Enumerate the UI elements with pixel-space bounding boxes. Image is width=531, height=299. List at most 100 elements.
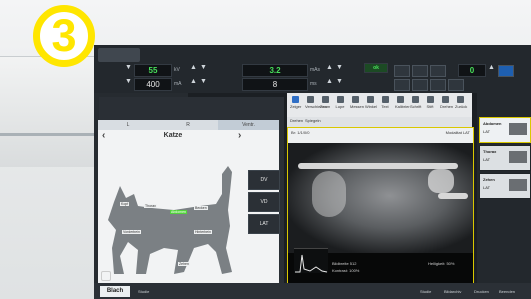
focus-small-button[interactable] (394, 65, 410, 77)
tab-ventral[interactable]: Ventr. (218, 120, 279, 130)
label-pelvis[interactable]: Becken (194, 206, 208, 210)
rotate-icon (441, 96, 449, 103)
pan-tool[interactable]: Verschieben (305, 96, 327, 109)
xray-image (288, 143, 473, 253)
kv-step-down-icon[interactable]: ▼ (200, 64, 207, 71)
pen-tool[interactable]: Stift (425, 96, 435, 109)
histogram[interactable] (294, 248, 328, 273)
calibrate-tool[interactable]: Kalibrier. (395, 96, 411, 109)
kv-up-icon[interactable]: ▲ (190, 64, 197, 71)
pointer-icon (291, 96, 299, 103)
label-thorax[interactable]: Thorax (144, 204, 157, 208)
mas-unit: mAs (310, 67, 320, 73)
grid-button[interactable] (430, 65, 446, 77)
pen-label: Stift (426, 104, 434, 109)
species-selector: ‹ Katze › Kopf Thorax Abdomen Becken Zeh… (98, 130, 280, 292)
ms-up-icon[interactable]: ▲ (326, 78, 333, 85)
status-link-study[interactable]: Studie (420, 289, 431, 294)
focus-large-button[interactable] (412, 65, 428, 77)
viewer-header-right: Modalitat LAT (445, 130, 470, 135)
position-lat-button[interactable]: LAT (248, 214, 280, 234)
histogram-curve (295, 254, 328, 273)
label-hindlimb[interactable]: Hinterbein (194, 230, 212, 234)
thumbnail-title: Zehen (483, 177, 495, 182)
next-species-icon[interactable]: › (238, 130, 241, 141)
rotate-image-label: Drehen (290, 118, 304, 123)
thumbnail-abdomen[interactable]: Abdomen LAT (479, 117, 531, 143)
light-button[interactable] (430, 79, 446, 91)
distance-value[interactable]: 0 (458, 64, 486, 77)
ma-up-icon[interactable]: ▲ (190, 78, 197, 85)
measure-tool[interactable]: Messen (350, 96, 364, 109)
mode-button[interactable] (498, 65, 514, 77)
step-number-badge: 3 (33, 5, 95, 67)
exposure-control-bar: ▼ 55 kV ▲ ▼ ▼ 400 mA ▲ ▼ 3.2 mAs ▲ ▼ 8 m… (94, 45, 531, 93)
pelvis (428, 169, 454, 193)
kv-unit: kV (174, 67, 180, 73)
thumbnail-view: LAT (483, 157, 491, 162)
distance-up-icon[interactable]: ▲ (488, 64, 495, 71)
mirror-image-button[interactable]: Spiegeln (305, 118, 321, 123)
status-link-archive[interactable]: Bildarchiv (444, 289, 461, 294)
magnifier-label: Lupe (335, 104, 345, 109)
position-vd-button[interactable]: VD (248, 192, 280, 212)
thumbnail-image (509, 151, 527, 163)
ms-down-icon[interactable]: ▼ (336, 78, 343, 85)
species-title: Katze (163, 132, 183, 139)
study-label: Studie (138, 289, 150, 294)
undo-tool[interactable]: Zurück (455, 96, 467, 109)
image-toolbar: Zeiger Verschieben Zoom Lupe Messen Wink… (287, 93, 472, 117)
thumbnail-thorax[interactable]: Thorax LAT (479, 145, 531, 171)
thumbnail-zehen[interactable]: Zehen LAT (479, 173, 531, 199)
stats-mid: Kontrast: 100% (332, 268, 360, 273)
label-toes[interactable]: Zehen (178, 262, 190, 266)
ma-step-down-icon[interactable]: ▼ (200, 78, 207, 85)
mas-value[interactable]: 3.2 (242, 64, 308, 77)
ruler-icon (351, 96, 359, 103)
viewer-header: Br: 1/1/0/0 Modalitat LAT (288, 128, 473, 143)
ribcage (312, 171, 346, 217)
label-abdomen[interactable]: Abdomen (170, 210, 187, 214)
text-icon (381, 96, 389, 103)
text-tool[interactable]: Text (380, 96, 390, 109)
pointer-tool[interactable]: Zeiger (290, 96, 301, 109)
stats-left: Bildbreite 512 (332, 261, 357, 266)
status-link-print[interactable]: Drucken (474, 289, 489, 294)
label-head[interactable]: Kopf (120, 202, 130, 206)
angle-tool[interactable]: Winkel (365, 96, 377, 109)
app-logo (98, 48, 140, 62)
view-tabs: L R Ventr. (98, 120, 279, 130)
mas-up-icon[interactable]: ▲ (326, 64, 333, 71)
angle-icon (366, 96, 374, 103)
filter-button[interactable] (412, 79, 428, 91)
status-link-exit[interactable]: Beenden (499, 289, 515, 294)
collimator-button[interactable] (394, 79, 410, 91)
font-tool[interactable]: Schrift (410, 96, 421, 109)
tab-right[interactable]: R (158, 120, 218, 130)
ms-value[interactable]: 8 (242, 78, 308, 91)
kv-down-icon[interactable]: ▼ (125, 64, 132, 71)
undo-icon (456, 96, 464, 103)
xray-viewer[interactable]: Br: 1/1/0/0 Modalitat LAT Bildbreite 512… (287, 127, 474, 294)
label-forelimb[interactable]: Vorderbein (122, 230, 141, 234)
reset-button[interactable] (448, 79, 464, 91)
xray-unit-housing (0, 56, 104, 167)
user-badge[interactable]: Blach (100, 286, 130, 297)
text-label: Text (381, 104, 389, 109)
lock-icon[interactable] (101, 271, 111, 281)
rotate-image-button[interactable]: Drehen (290, 118, 304, 123)
magnifier-icon (336, 96, 344, 103)
measure-label: Messen (350, 104, 365, 109)
ma-value[interactable]: 400 (134, 78, 172, 91)
magnifier-tool[interactable]: Lupe (335, 96, 345, 109)
cat-silhouette (108, 166, 232, 274)
ma-down-icon[interactable]: ▼ (125, 78, 132, 85)
kv-value[interactable]: 55 (134, 64, 172, 77)
zoom-label: Zoom (320, 104, 331, 109)
viewer-header-left: Br: 1/1/0/0 (291, 130, 310, 135)
zoom-tool[interactable]: Zoom (320, 96, 330, 109)
mas-down-icon[interactable]: ▼ (336, 64, 343, 71)
tab-left[interactable]: L (98, 120, 158, 130)
position-dv-button[interactable]: DV (248, 170, 280, 190)
rotate-tool[interactable]: Drehen (440, 96, 453, 109)
